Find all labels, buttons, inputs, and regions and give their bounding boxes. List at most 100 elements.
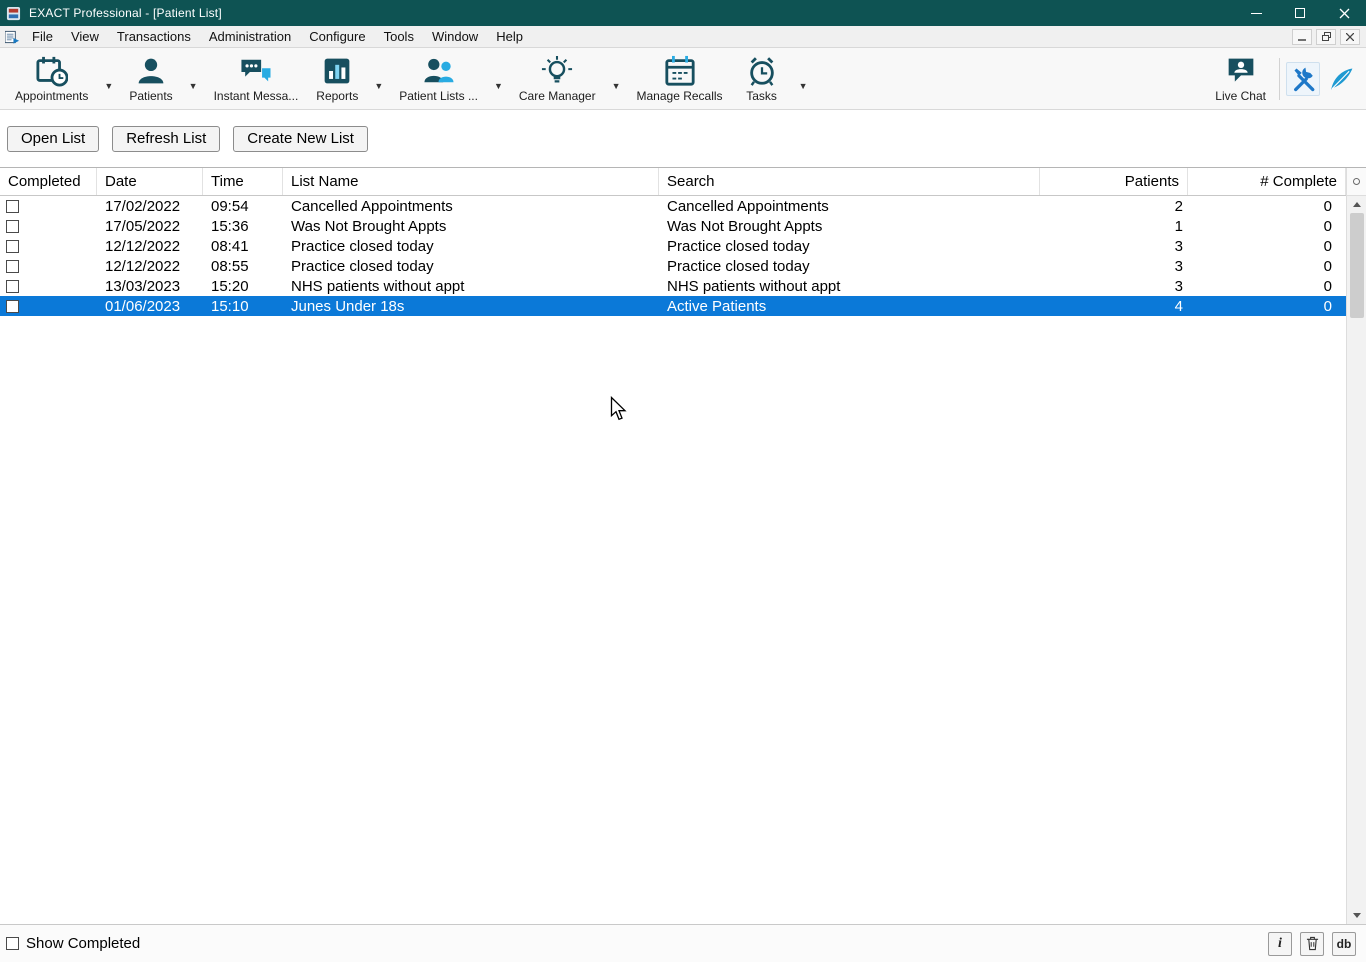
list-action-bar: Open List Refresh List Create New List: [0, 110, 1366, 167]
patient-lists-dropdown-caret[interactable]: ▼: [487, 81, 510, 91]
row-completed-checkbox[interactable]: [6, 300, 19, 313]
column-header-list-name[interactable]: List Name: [283, 168, 659, 195]
row-completed-checkbox[interactable]: [6, 260, 19, 273]
create-new-list-button[interactable]: Create New List: [233, 126, 368, 152]
column-header-complete[interactable]: # Complete: [1188, 168, 1346, 195]
toolbar-patient-lists-button[interactable]: Patient Lists ...: [390, 51, 487, 107]
toolbar-patient-lists-label: Patient Lists ...: [399, 89, 478, 103]
exact-application-window: EXACT Professional - [Patient List] File…: [0, 0, 1366, 962]
main-toolbar: Appointments ▼ Patients ▼ Instant Messa.…: [0, 48, 1366, 110]
feather-swoosh-icon: [1328, 66, 1354, 92]
table-row[interactable]: 12/12/2022 08:41 Practice closed today P…: [0, 236, 1346, 256]
row-list-name: NHS patients without appt: [283, 276, 659, 296]
window-title: EXACT Professional - [Patient List]: [29, 6, 222, 20]
row-patients: 3: [1040, 276, 1188, 296]
table-row[interactable]: 17/05/2022 15:36 Was Not Brought Appts W…: [0, 216, 1346, 236]
menu-configure[interactable]: Configure: [300, 27, 374, 46]
table-body: 17/02/2022 09:54 Cancelled Appointments …: [0, 196, 1346, 316]
reports-dropdown-caret[interactable]: ▼: [367, 81, 390, 91]
toolbar-tasks-button[interactable]: Tasks: [732, 51, 792, 107]
menu-file[interactable]: File: [23, 27, 62, 46]
row-completed-checkbox[interactable]: [6, 280, 19, 293]
menu-bar: File View Transactions Administration Co…: [0, 26, 1366, 48]
mdi-close-icon: [1346, 33, 1354, 41]
row-date: 17/02/2022: [97, 196, 203, 216]
row-date: 01/06/2023: [97, 296, 203, 316]
toolbar-patients-button[interactable]: Patients: [120, 51, 181, 107]
column-header-search[interactable]: Search: [659, 168, 1040, 195]
menu-administration[interactable]: Administration: [200, 27, 300, 46]
menu-window[interactable]: Window: [423, 27, 487, 46]
row-search: Was Not Brought Appts: [659, 216, 1040, 236]
appointments-dropdown-caret[interactable]: ▼: [97, 81, 120, 91]
row-complete: 0: [1188, 256, 1346, 276]
scroll-down-button[interactable]: [1347, 907, 1366, 924]
toolbar-instant-message-button[interactable]: Instant Messa...: [205, 51, 308, 107]
row-time: 15:10: [203, 296, 283, 316]
menu-tools[interactable]: Tools: [375, 27, 423, 46]
patient-list-window-icon: [3, 30, 21, 44]
toolbar-care-manager-label: Care Manager: [519, 89, 596, 103]
column-options-icon: [1353, 178, 1360, 185]
mdi-restore-button[interactable]: [1316, 29, 1336, 45]
quill-sign-button[interactable]: [1324, 62, 1358, 96]
toolbar-live-chat-button[interactable]: Live Chat: [1206, 51, 1275, 107]
vertical-scrollbar[interactable]: [1346, 168, 1366, 924]
table-row[interactable]: 12/12/2022 08:55 Practice closed today P…: [0, 256, 1346, 276]
row-completed-checkbox[interactable]: [6, 240, 19, 253]
patients-dropdown-caret[interactable]: ▼: [182, 81, 205, 91]
mdi-close-button[interactable]: [1340, 29, 1360, 45]
row-complete: 0: [1188, 216, 1346, 236]
arrow-down-icon: [1353, 913, 1361, 918]
scrollbar-thumb[interactable]: [1350, 213, 1364, 318]
row-completed-checkbox[interactable]: [6, 220, 19, 233]
open-list-button[interactable]: Open List: [7, 126, 99, 152]
row-complete: 0: [1188, 196, 1346, 216]
row-patients: 1: [1040, 216, 1188, 236]
menu-view[interactable]: View: [62, 27, 108, 46]
care-manager-lightbulb-icon: [541, 55, 573, 87]
close-button[interactable]: [1322, 0, 1366, 26]
row-date: 17/05/2022: [97, 216, 203, 236]
row-patients: 3: [1040, 256, 1188, 276]
toolbar-care-manager-button[interactable]: Care Manager: [510, 51, 605, 107]
database-button[interactable]: db: [1332, 932, 1356, 956]
column-header-completed[interactable]: Completed: [0, 168, 97, 195]
care-manager-dropdown-caret[interactable]: ▼: [605, 81, 628, 91]
titlebar: EXACT Professional - [Patient List]: [0, 0, 1366, 26]
tasks-dropdown-caret[interactable]: ▼: [792, 81, 815, 91]
refresh-list-button[interactable]: Refresh List: [112, 126, 220, 152]
toolbar-manage-recalls-button[interactable]: Manage Recalls: [628, 51, 732, 107]
table-row[interactable]: 01/06/2023 15:10 Junes Under 18s Active …: [0, 296, 1346, 316]
mdi-minimize-button[interactable]: [1292, 29, 1312, 45]
menu-help[interactable]: Help: [487, 27, 532, 46]
table-row[interactable]: 17/02/2022 09:54 Cancelled Appointments …: [0, 196, 1346, 216]
trash-icon: [1306, 936, 1319, 951]
column-header-patients[interactable]: Patients: [1040, 168, 1188, 195]
row-completed-checkbox[interactable]: [6, 200, 19, 213]
toolbar-patients-label: Patients: [129, 89, 172, 103]
info-button[interactable]: i: [1268, 932, 1292, 956]
toolbar-appointments-button[interactable]: Appointments: [6, 51, 97, 107]
toolbar-reports-button[interactable]: Reports: [307, 51, 367, 107]
column-header-date[interactable]: Date: [97, 168, 203, 195]
row-search: NHS patients without appt: [659, 276, 1040, 296]
menu-transactions[interactable]: Transactions: [108, 27, 200, 46]
scroll-up-button[interactable]: [1347, 196, 1366, 213]
column-header-time[interactable]: Time: [203, 168, 283, 195]
row-time: 09:54: [203, 196, 283, 216]
row-date: 12/12/2022: [97, 256, 203, 276]
delete-list-button[interactable]: [1300, 932, 1324, 956]
tools-wrench-icon: [1290, 66, 1316, 92]
tools-settings-button[interactable]: [1286, 62, 1320, 96]
maximize-button[interactable]: [1278, 0, 1322, 26]
live-chat-bubble-icon: [1226, 55, 1256, 87]
show-completed-toggle[interactable]: Show Completed: [8, 935, 140, 952]
window-controls: [1234, 0, 1366, 26]
show-completed-checkbox[interactable]: [6, 937, 19, 950]
table-row[interactable]: 13/03/2023 15:20 NHS patients without ap…: [0, 276, 1346, 296]
table-header-row: Completed Date Time List Name Search Pat…: [0, 168, 1346, 196]
column-options-button[interactable]: [1347, 168, 1366, 196]
row-time: 08:55: [203, 256, 283, 276]
minimize-button[interactable]: [1234, 0, 1278, 26]
